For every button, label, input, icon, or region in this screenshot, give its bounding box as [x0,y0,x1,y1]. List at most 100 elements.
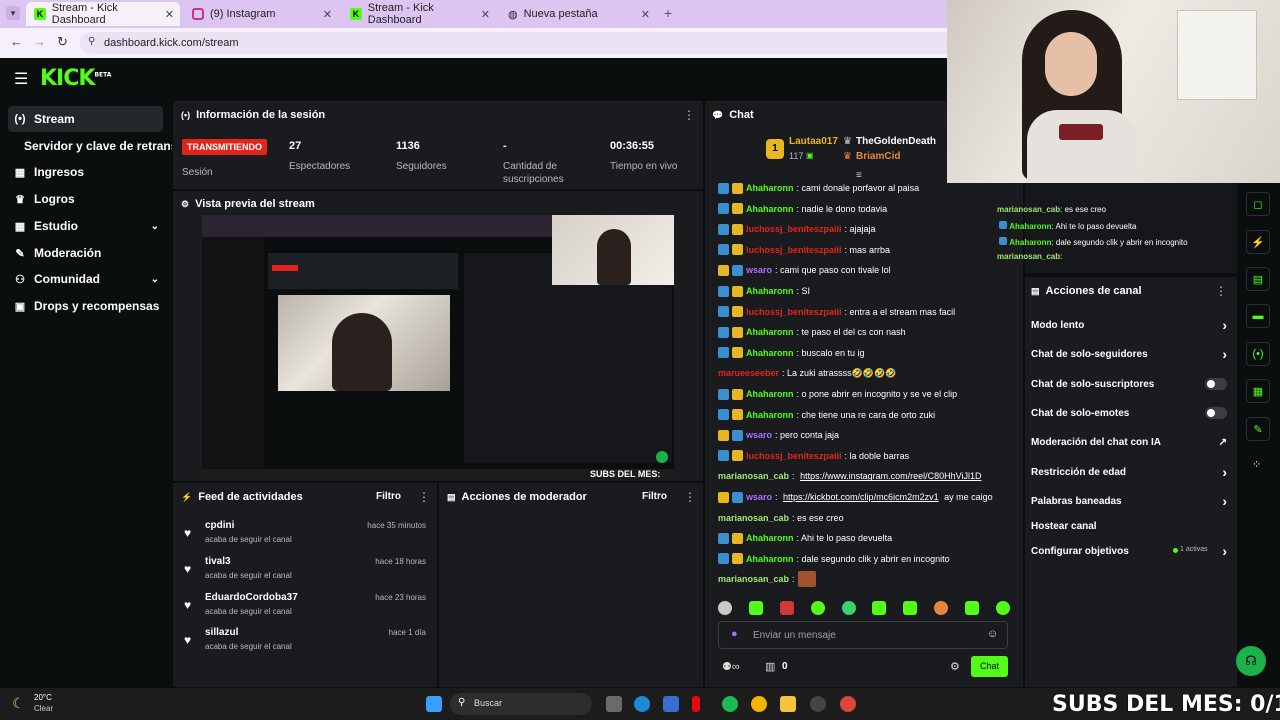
chat-link[interactable]: https://www.instagram.com/reel/C80HhViJl… [800,471,981,481]
chat-username[interactable]: Ahaharonn [746,204,794,214]
sidebar-item-comunidad[interactable]: ⚇ Comunidad ⌄ [8,266,163,292]
leader-name[interactable]: TheGoldenDeath [856,136,936,147]
settings-gear-icon[interactable]: ⚙ [950,660,960,673]
popout-user[interactable]: Ahaharonn [1009,238,1051,247]
emote-icon[interactable] [872,601,887,615]
leader-name[interactable]: Lautaa017 [789,136,838,147]
sidebar-item-ingresos[interactable]: ▦ Ingresos [8,159,163,185]
rail-camera-icon[interactable]: ◻ [1246,192,1270,216]
emote-icon[interactable] [748,601,763,615]
feed-username[interactable]: cpdini [205,520,234,531]
more-options-icon[interactable]: ⋮ [684,490,696,504]
more-options-icon[interactable]: ⋮ [418,490,430,504]
sidebar-item-logros[interactable]: ♛ Logros [8,186,163,212]
chat-username[interactable]: luchossj_beniteszpaiii [746,245,842,255]
chat-username[interactable]: Ahaharonn [746,389,794,399]
leader-name[interactable]: BriamCid [856,151,900,162]
chat-username[interactable]: luchossj_beniteszpaiii [746,224,842,234]
rail-broadcast-icon[interactable]: (•) [1246,342,1270,366]
chat-username[interactable]: Ahaharonn [746,348,794,358]
popout-user[interactable]: marianosan_cab [997,205,1060,214]
close-tab-icon[interactable]: ✕ [165,8,174,21]
chat-username[interactable]: Ahaharonn [746,554,794,564]
hamburger-menu-icon[interactable]: ☰ [14,69,28,89]
rail-apps-icon[interactable]: ⁘ [1252,458,1261,471]
chat-username[interactable]: Ahaharonn [746,327,794,337]
action-slow-mode[interactable]: Modo lento › [1031,316,1227,334]
action-age-restriction[interactable]: Restricción de edad › [1031,463,1227,481]
reload-icon[interactable]: ↻ [57,34,68,50]
emote-icon[interactable] [841,601,856,615]
chrome-icon-2[interactable] [840,696,856,712]
browser-tab-new[interactable]: ◍ Nueva pestaña ✕ [500,2,656,26]
chat-username[interactable]: luchossj_beniteszpaiii [746,307,842,317]
feed-username[interactable]: tival3 [205,556,231,567]
close-tab-icon[interactable]: ✕ [641,8,650,21]
emote-icon[interactable] [995,601,1010,615]
close-tab-icon[interactable]: ✕ [481,8,490,21]
pin-icon[interactable]: ≡ [856,170,862,181]
site-info-icon[interactable]: ⚲ [88,36,95,47]
chat-link[interactable]: https://kickbot.com/clip/mc6icm2m2zv1 [783,492,939,502]
feed-filter-button[interactable]: Filtro [376,491,401,502]
chat-username[interactable]: Ahaharonn [746,410,794,420]
users-icon[interactable]: ⚉∞ [722,660,740,673]
chat-username[interactable]: marianosan_cab [718,574,789,584]
obs-icon[interactable] [810,696,826,712]
sidebar-item-drops[interactable]: ▣ Drops y recompensas [8,293,163,319]
support-headset-icon[interactable]: ☊ [1236,646,1266,676]
chat-username[interactable]: wsaro [746,492,772,502]
rail-wrench-icon[interactable]: ✎ [1246,417,1270,441]
chat-username[interactable]: marueeseeber [718,368,779,378]
emote-icon[interactable] [934,601,949,615]
chat-username[interactable]: Ahaharonn [746,286,794,296]
emote-icon[interactable] [718,601,732,615]
chat-input[interactable]: ● Enviar un mensaje ☺ [718,621,1008,649]
action-host-channel[interactable]: Hostear canal [1031,517,1227,535]
feed-username[interactable]: sillazul [205,627,238,638]
folder-icon[interactable] [780,696,796,712]
spotify-icon[interactable] [722,696,738,712]
chrome-icon[interactable] [751,696,767,712]
more-options-icon[interactable]: ⋮ [683,108,695,122]
sidebar-item-stream[interactable]: (•) Stream [8,106,163,132]
chat-username[interactable]: marianosan_cab [718,471,789,481]
chat-username[interactable]: Ahaharonn [746,533,794,543]
mod-filter-button[interactable]: Filtro [642,491,667,502]
chat-username[interactable]: marianosan_cab [718,513,789,523]
store-icon[interactable] [663,696,679,712]
emote-icon[interactable] [810,601,825,615]
emotes-only-toggle[interactable] [1205,407,1227,419]
netflix-icon[interactable] [692,696,700,712]
tab-menu-icon[interactable]: ▾ [6,6,20,20]
taskbar-search[interactable]: ⚲ Buscar [450,693,592,715]
emote-icon[interactable] [903,601,918,615]
emote-icon[interactable] [965,601,979,615]
action-ai-moderation[interactable]: Moderación del chat con IA ↗ [1031,433,1227,451]
feed-username[interactable]: EduardoCordoba37 [205,592,298,603]
rail-chat-icon[interactable]: ▬ [1246,304,1270,328]
action-configure-goals[interactable]: Configurar objetivos 1 activas › [1031,542,1227,560]
action-banned-words[interactable]: Palabras baneadas › [1031,492,1227,510]
more-options-icon[interactable]: ⋮ [1215,284,1227,298]
chat-username[interactable]: luchossj_beniteszpaiii [746,451,842,461]
windows-start-icon[interactable] [426,696,442,712]
new-tab-icon[interactable]: + [664,5,672,21]
stream-preview-video[interactable]: SUBS DEL MES: 0/10 [202,215,674,480]
forward-icon[interactable]: → [33,34,46,49]
chat-username[interactable]: wsaro [746,430,772,440]
edge-icon[interactable] [634,696,650,712]
subscribers-only-toggle[interactable] [1205,378,1227,390]
sidebar-item-server-key[interactable]: Servidor y clave de retransm [18,133,172,159]
emoji-icon[interactable]: ☺ [987,628,998,640]
browser-tab-instagram[interactable]: (9) Instagram ✕ [184,2,338,26]
popout-user[interactable]: Ahaharonn [1009,222,1051,231]
sidebar-item-estudio[interactable]: ▦ Estudio ⌄ [8,213,163,239]
kick-logo[interactable]: KICKBETA [40,66,111,91]
rail-lightning-icon[interactable]: ⚡ [1246,230,1270,254]
chat-username[interactable]: wsaro [746,265,772,275]
browser-tab-kick-dashboard-2[interactable]: K Stream - Kick Dashboard ✕ [342,2,496,26]
send-chat-button[interactable]: Chat [971,656,1008,677]
browser-tab-kick-dashboard[interactable]: K Stream - Kick Dashboard ✕ [26,2,180,26]
rail-document-icon[interactable]: ▤ [1246,267,1270,291]
